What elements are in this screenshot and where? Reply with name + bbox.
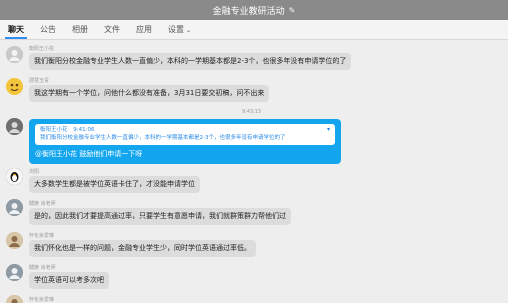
tab-album[interactable]: 相册 <box>64 24 96 39</box>
message-bubble[interactable]: 我这学期有一个学位，问他什么都没有准备，3月31日要交初稿，问不出来 <box>29 85 270 102</box>
tab-announcement[interactable]: 公告 <box>32 24 64 39</box>
sender-name: 怀化余爱琳 <box>29 233 55 239</box>
sender-name: 醴陵 肖老师 <box>29 201 56 207</box>
sender-name: 怀化余爱琳 <box>29 297 55 303</box>
tab-files[interactable]: 文件 <box>96 24 128 39</box>
avatar[interactable] <box>6 168 23 185</box>
chat-area[interactable]: 衡阳王小花 我们衡阳分校金融专业学生人数一直偏少，本科的一学期基本都是2-3个，… <box>0 40 508 303</box>
sender-name: 浏阳 <box>29 169 40 175</box>
quote-text: 我们衡阳分校金融专业学生人数一直偏少，本科的一学期基本都是2-3个，也很多年没有… <box>40 134 286 141</box>
message-text: @衡阳王小花 鼓励他们申请一下呀 <box>35 150 143 158</box>
avatar[interactable] <box>6 78 23 95</box>
message-timestamp: 9:43:15 <box>242 109 262 115</box>
tab-bar: 聊天 公告 相册 文件 应用 设置 ⌄ <box>0 20 508 40</box>
pencil-icon[interactable]: ✎ <box>289 6 296 15</box>
tab-chat[interactable]: 聊天 <box>0 24 32 39</box>
avatar[interactable] <box>6 199 23 216</box>
sender-name: 衡阳王小花 <box>29 46 55 52</box>
sender-name: 醴陵 肖老师 <box>29 265 56 271</box>
avatar[interactable] <box>6 46 23 63</box>
message-bubble[interactable]: 学位英语可以考多次吧 <box>29 272 109 289</box>
quoted-message[interactable]: 衡阳王小花 9:41:06 我们衡阳分校金融专业学生人数一直偏少，本科的一学期基… <box>35 124 335 145</box>
message-bubble[interactable]: 我们衡阳分校金融专业学生人数一直偏少，本科的一学期基本都是2-3个，也很多年没有… <box>29 53 352 70</box>
avatar[interactable] <box>6 118 23 135</box>
quote-time: 9:41:06 <box>73 127 95 133</box>
chevron-down-icon: ⌄ <box>186 27 192 34</box>
group-title: 金融专业教研活动 <box>212 6 285 17</box>
message-bubble[interactable]: 是的，因此我们才要提高通过率，只要学生有意愿申请，我们就群策群力帮他们过 <box>29 208 291 225</box>
message-bubble[interactable]: 大多数学生都是被学位英语卡住了，才没能申请学位 <box>29 176 200 193</box>
message-bubble[interactable]: 我们怀化也是一样的问题，金融专业学生少，同时学位英语通过率低。 <box>29 240 256 257</box>
pin-icon[interactable]: ▾ <box>327 126 330 134</box>
sender-name: 邵慧玉青 <box>29 78 50 84</box>
avatar[interactable] <box>6 232 23 249</box>
avatar[interactable] <box>6 264 23 281</box>
reply-message-bubble[interactable]: 衡阳王小花 9:41:06 我们衡阳分校金融专业学生人数一直偏少，本科的一学期基… <box>29 119 341 164</box>
quote-sender: 衡阳王小花 <box>40 127 68 133</box>
tab-settings[interactable]: 设置 ⌄ <box>160 24 199 39</box>
window-titlebar: 金融专业教研活动 ✎ <box>0 0 508 20</box>
avatar[interactable] <box>6 295 23 303</box>
tab-apps[interactable]: 应用 <box>128 24 160 39</box>
